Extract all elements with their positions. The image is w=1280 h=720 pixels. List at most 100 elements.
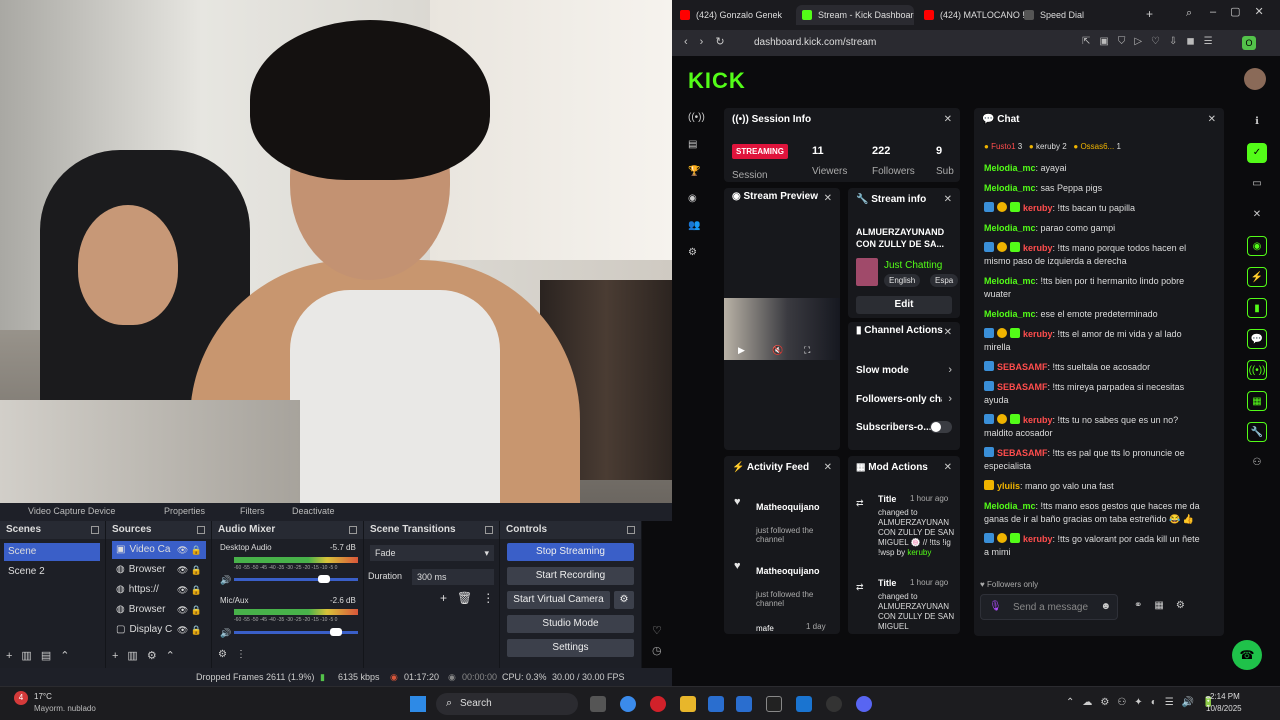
support-chat-button[interactable]: ☎ bbox=[1232, 640, 1262, 670]
studio-mode-button[interactable]: Studio Mode bbox=[507, 615, 634, 633]
chat-username[interactable]: yluiis bbox=[997, 481, 1020, 491]
bolt-icon[interactable]: ⚡ bbox=[1247, 267, 1267, 287]
copilot-icon[interactable] bbox=[620, 696, 636, 712]
new-tab-icon[interactable]: + bbox=[1146, 7, 1153, 21]
avatar[interactable] bbox=[1244, 68, 1266, 90]
play-icon[interactable]: ▶ bbox=[738, 345, 745, 356]
chat-username[interactable]: keruby bbox=[1023, 534, 1053, 544]
browser-tab[interactable]: Speed Dial bbox=[1018, 5, 1128, 25]
dock-float-icon[interactable] bbox=[91, 526, 99, 534]
subscribers-toggle[interactable] bbox=[930, 421, 952, 433]
source-item[interactable]: ▣ Video Ca 👁 🔒 bbox=[112, 541, 206, 559]
dropbox-icon[interactable] bbox=[736, 696, 752, 712]
scene-item[interactable]: Scene bbox=[4, 543, 100, 561]
windows-start-icon[interactable] bbox=[410, 696, 426, 712]
preview-icon[interactable]: ◉ bbox=[1247, 236, 1267, 256]
fullscreen-icon[interactable]: ⛶ bbox=[804, 345, 810, 356]
eye-lock-icon[interactable]: 👁 🔒 bbox=[177, 561, 202, 579]
close-icon[interactable]: ✕ bbox=[824, 456, 832, 480]
chat-username[interactable]: Melodia_mc bbox=[984, 309, 1036, 319]
terminal-icon[interactable] bbox=[766, 696, 782, 712]
chat-username[interactable]: Melodia_mc bbox=[984, 183, 1036, 193]
virtual-camera-gear-icon[interactable]: ⚙ bbox=[614, 591, 634, 609]
mixer-volume-handle[interactable] bbox=[330, 628, 342, 636]
transition-toolbar[interactable]: +🗑⋮ bbox=[440, 591, 504, 605]
obs-toolbar-deactivate[interactable]: Deactivate bbox=[292, 506, 335, 516]
obs-toolbar-filters[interactable]: Filters bbox=[240, 506, 265, 516]
category-name[interactable]: Just Chatting bbox=[884, 260, 942, 271]
chat-username[interactable]: Melodia_mc bbox=[984, 223, 1036, 233]
check-icon[interactable]: ✓ bbox=[1247, 143, 1267, 163]
chat-toolbar-icons[interactable]: ⚭▦⚙ bbox=[1134, 600, 1197, 611]
dock-float-icon[interactable] bbox=[627, 526, 635, 534]
duration-input[interactable]: 300 ms bbox=[412, 569, 494, 585]
top-gifter-name[interactable]: keruby bbox=[1036, 142, 1060, 151]
mic-icon[interactable]: 🎙 bbox=[989, 601, 1002, 612]
dashboard-icon[interactable]: ▤ bbox=[688, 139, 700, 151]
speaker-icon[interactable]: 🔊 bbox=[220, 628, 231, 639]
chat-message-list[interactable]: Melodia_mc: ayayai Melodia_mc: sas Peppa … bbox=[974, 162, 1214, 576]
chat-username[interactable]: SEBASAMF bbox=[997, 448, 1048, 458]
store-icon[interactable] bbox=[708, 696, 724, 712]
obs-icon[interactable] bbox=[826, 696, 842, 712]
search-icon[interactable]: ⌕ bbox=[1186, 7, 1192, 20]
dock-float-icon[interactable] bbox=[349, 526, 357, 534]
top-gifter-name[interactable]: Ossas6... bbox=[1080, 142, 1114, 151]
stop-streaming-button[interactable]: Stop Streaming bbox=[507, 543, 634, 561]
slow-mode-item[interactable]: Slow mode bbox=[856, 365, 909, 376]
activity-user[interactable]: Matheoquijano bbox=[756, 502, 834, 512]
browser-tab[interactable]: (424) MATLOCANO !! bbox=[918, 5, 1028, 25]
speaker-icon[interactable]: 🔊 bbox=[220, 575, 231, 586]
mute-icon[interactable]: 🔇 bbox=[772, 345, 783, 356]
chat-username[interactable]: keruby bbox=[1023, 329, 1053, 339]
scene-item[interactable]: Scene 2 bbox=[4, 563, 100, 581]
activity-user[interactable]: Matheoquijano bbox=[756, 566, 834, 576]
chat-icon[interactable]: 💬 bbox=[1247, 329, 1267, 349]
chat-username[interactable]: Melodia_mc bbox=[984, 276, 1036, 286]
eye-lock-icon[interactable]: 👁 🔒 bbox=[177, 581, 202, 599]
dock-float-icon[interactable] bbox=[485, 526, 493, 534]
info-icon[interactable]: ℹ bbox=[1247, 112, 1267, 132]
moderation-icon[interactable]: ◉ bbox=[688, 193, 700, 205]
nav-buttons[interactable]: ‹›↻ bbox=[684, 35, 737, 48]
mixer-volume-handle[interactable] bbox=[318, 575, 330, 583]
chat-username[interactable]: SEBASAMF bbox=[997, 382, 1048, 392]
chat-username[interactable]: SEBASAMF bbox=[997, 362, 1048, 372]
close-icon[interactable]: ✕ bbox=[824, 194, 832, 204]
source-item[interactable]: ◍ Browser 👁 🔒 bbox=[112, 561, 206, 579]
source-item[interactable]: ◍ Browser 👁 🔒 bbox=[112, 601, 206, 619]
settings-button[interactable]: Settings bbox=[507, 639, 634, 657]
chevron-right-icon[interactable]: › bbox=[948, 393, 952, 405]
chat-username[interactable]: Melodia_mc bbox=[984, 501, 1036, 511]
trophy-icon[interactable]: 🏆 bbox=[688, 166, 700, 178]
obs-toolbar-properties[interactable]: Properties bbox=[164, 506, 205, 516]
chat-input[interactable]: 🎙 Send a message ☻ bbox=[980, 594, 1118, 620]
system-tray-icons[interactable]: ⌃☁⚙⚇✦◐☰🔊🔋 bbox=[1066, 697, 1223, 708]
weather-icon[interactable]: 4 bbox=[14, 691, 28, 705]
browser-tab[interactable]: (424) Gonzalo Genek bbox=[674, 5, 792, 25]
activity-user[interactable]: mafe bbox=[756, 624, 774, 633]
shield-icon[interactable]: ▦ bbox=[1247, 391, 1267, 411]
start-virtual-camera-button[interactable]: Start Virtual Camera bbox=[507, 591, 610, 609]
scenes-toolbar[interactable]: +▥▤⌃ bbox=[6, 649, 78, 662]
eye-lock-icon[interactable]: 👁 🔒 bbox=[177, 601, 202, 619]
edit-button[interactable]: Edit bbox=[856, 296, 952, 314]
file-explorer-icon[interactable] bbox=[680, 696, 696, 712]
emoji-icon[interactable]: ☻ bbox=[1100, 601, 1111, 612]
info-card-icon[interactable]: ▮ bbox=[1247, 298, 1267, 318]
chevron-right-icon[interactable]: › bbox=[948, 364, 952, 376]
sources-toolbar[interactable]: +▥⚙⌃ bbox=[112, 649, 184, 662]
source-item[interactable]: ◍ https://👁 🔒 bbox=[112, 581, 206, 599]
stream-icon[interactable]: ((•)) bbox=[688, 112, 705, 124]
outlook-icon[interactable] bbox=[796, 696, 812, 712]
chat-username[interactable]: keruby bbox=[1023, 203, 1053, 213]
opera-icon[interactable] bbox=[650, 696, 666, 712]
gear-icon[interactable]: ⚙ bbox=[688, 247, 700, 259]
community-icon[interactable]: 👥 bbox=[688, 220, 700, 232]
eye-lock-icon[interactable]: 👁 🔒 bbox=[177, 541, 202, 559]
close-icon[interactable]: ✕ bbox=[944, 328, 952, 338]
wrench-icon[interactable]: 🔧 bbox=[1247, 422, 1267, 442]
close-icon[interactable]: ✕ bbox=[944, 456, 952, 480]
chat-username[interactable]: Melodia_mc bbox=[984, 163, 1036, 173]
source-item[interactable]: ▢ Display C 👁 🔒 bbox=[112, 621, 206, 639]
